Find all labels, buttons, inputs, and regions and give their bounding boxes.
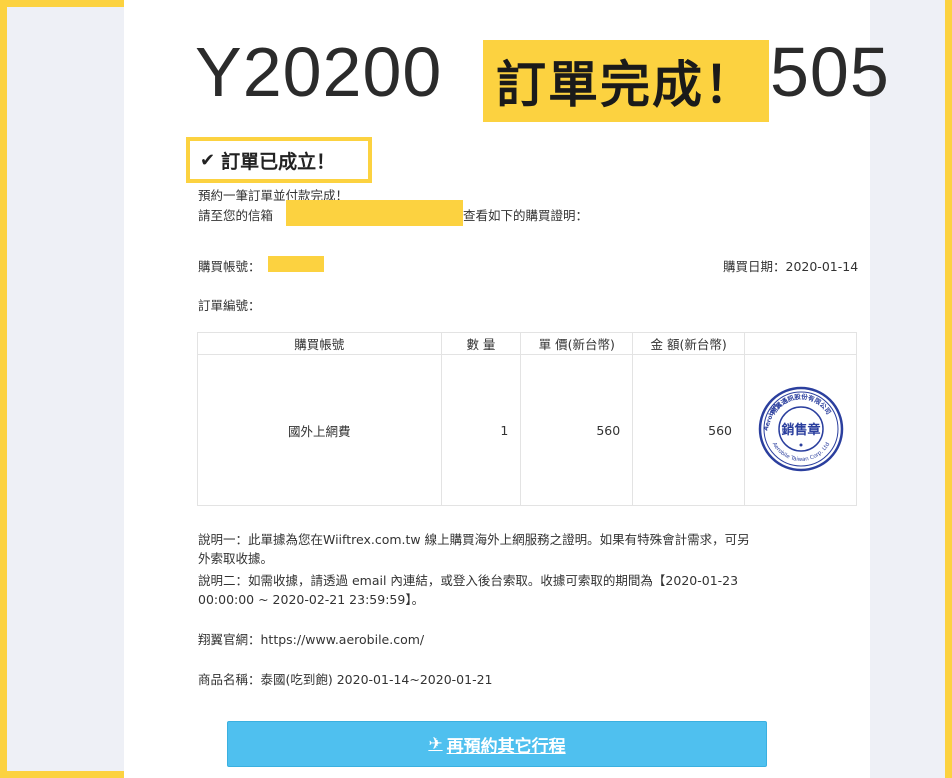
cell-stamp: 翔翼通訊股份有限公司 Aerobile Taiwan Corp. Ltd 銷售章… xyxy=(744,354,857,506)
cell-quantity: 1 xyxy=(440,354,522,506)
col-header-amount: 金 額(新台幣) xyxy=(632,332,746,355)
stamp-center-text: 銷售章 xyxy=(781,422,820,438)
intro-line-2-prefix: 請至您的信箱 xyxy=(198,208,274,223)
order-complete-banner: 訂單完成！ xyxy=(483,40,769,122)
check-icon: ✔ xyxy=(200,149,216,171)
order-created-badge: ✔ 訂單已成立！ xyxy=(186,137,372,183)
order-id-prefix: Y20200 xyxy=(195,33,443,111)
note-1-line-2: 外索取收據。 xyxy=(198,551,274,566)
table-row: 國外上網費 1 560 560 翔翼通訊股份有限公司 Aerobile Taiw… xyxy=(197,354,857,506)
book-another-trip-label: 再預約其它行程 xyxy=(446,736,566,757)
order-table: 購買帳號 數 量 單 價(新台幣) 金 額(新台幣) 國外上網費 1 560 5… xyxy=(197,332,857,506)
col-header-quantity: 數 量 xyxy=(440,332,522,355)
book-another-trip-button[interactable]: ✈ 再預約其它行程 xyxy=(227,721,767,767)
col-header-account: 購買帳號 xyxy=(197,332,442,355)
airplane-icon: ✈ xyxy=(428,734,443,754)
note-2-line-2: 00:00:00 ~ 2020-02-21 23:59:59】。 xyxy=(198,592,425,607)
col-header-stamp xyxy=(744,332,857,355)
page-background-right xyxy=(870,0,945,778)
redacted-email xyxy=(286,200,463,226)
account-label: 購買帳號： xyxy=(198,259,261,274)
order-id-suffix: 505 xyxy=(770,33,890,111)
product-name-text: 商品名稱：泰國(吃到飽) 2020-01-14~2020-01-21 xyxy=(198,672,493,687)
order-number-label: 訂單編號： xyxy=(198,298,261,313)
purchase-date: 購買日期：2020-01-14 xyxy=(723,259,859,274)
sales-stamp-seal: 翔翼通訊股份有限公司 Aerobile Taiwan Corp. Ltd 銷售章… xyxy=(758,386,843,471)
order-complete-text: 訂單完成！ xyxy=(496,56,756,114)
stamp-ring-brand: Aerobile xyxy=(762,402,778,431)
website-text: 翔翼官網：https://www.aerobile.com/ xyxy=(198,632,425,647)
order-created-label: 訂單已成立！ xyxy=(221,150,336,173)
redacted-account xyxy=(268,256,324,272)
cell-unit-price: 560 xyxy=(520,354,634,506)
cell-item: 國外上網費 xyxy=(197,354,442,506)
note-1-line-1: 說明一：此單據為您在Wiiftrex.com.tw 線上購買海外上網服務之證明。… xyxy=(198,532,750,547)
table-header-row: 購買帳號 數 量 單 價(新台幣) 金 額(新台幣) xyxy=(197,332,857,355)
cell-amount: 560 xyxy=(632,354,746,506)
col-header-unit-price: 單 價(新台幣) xyxy=(520,332,634,355)
intro-line-2-suffix: 查看如下的購買證明： xyxy=(463,208,589,223)
note-2-line-1: 說明二：如需收據，請透過 email 內連結，或登入後台索取。收據可索取的期間為… xyxy=(198,573,739,588)
